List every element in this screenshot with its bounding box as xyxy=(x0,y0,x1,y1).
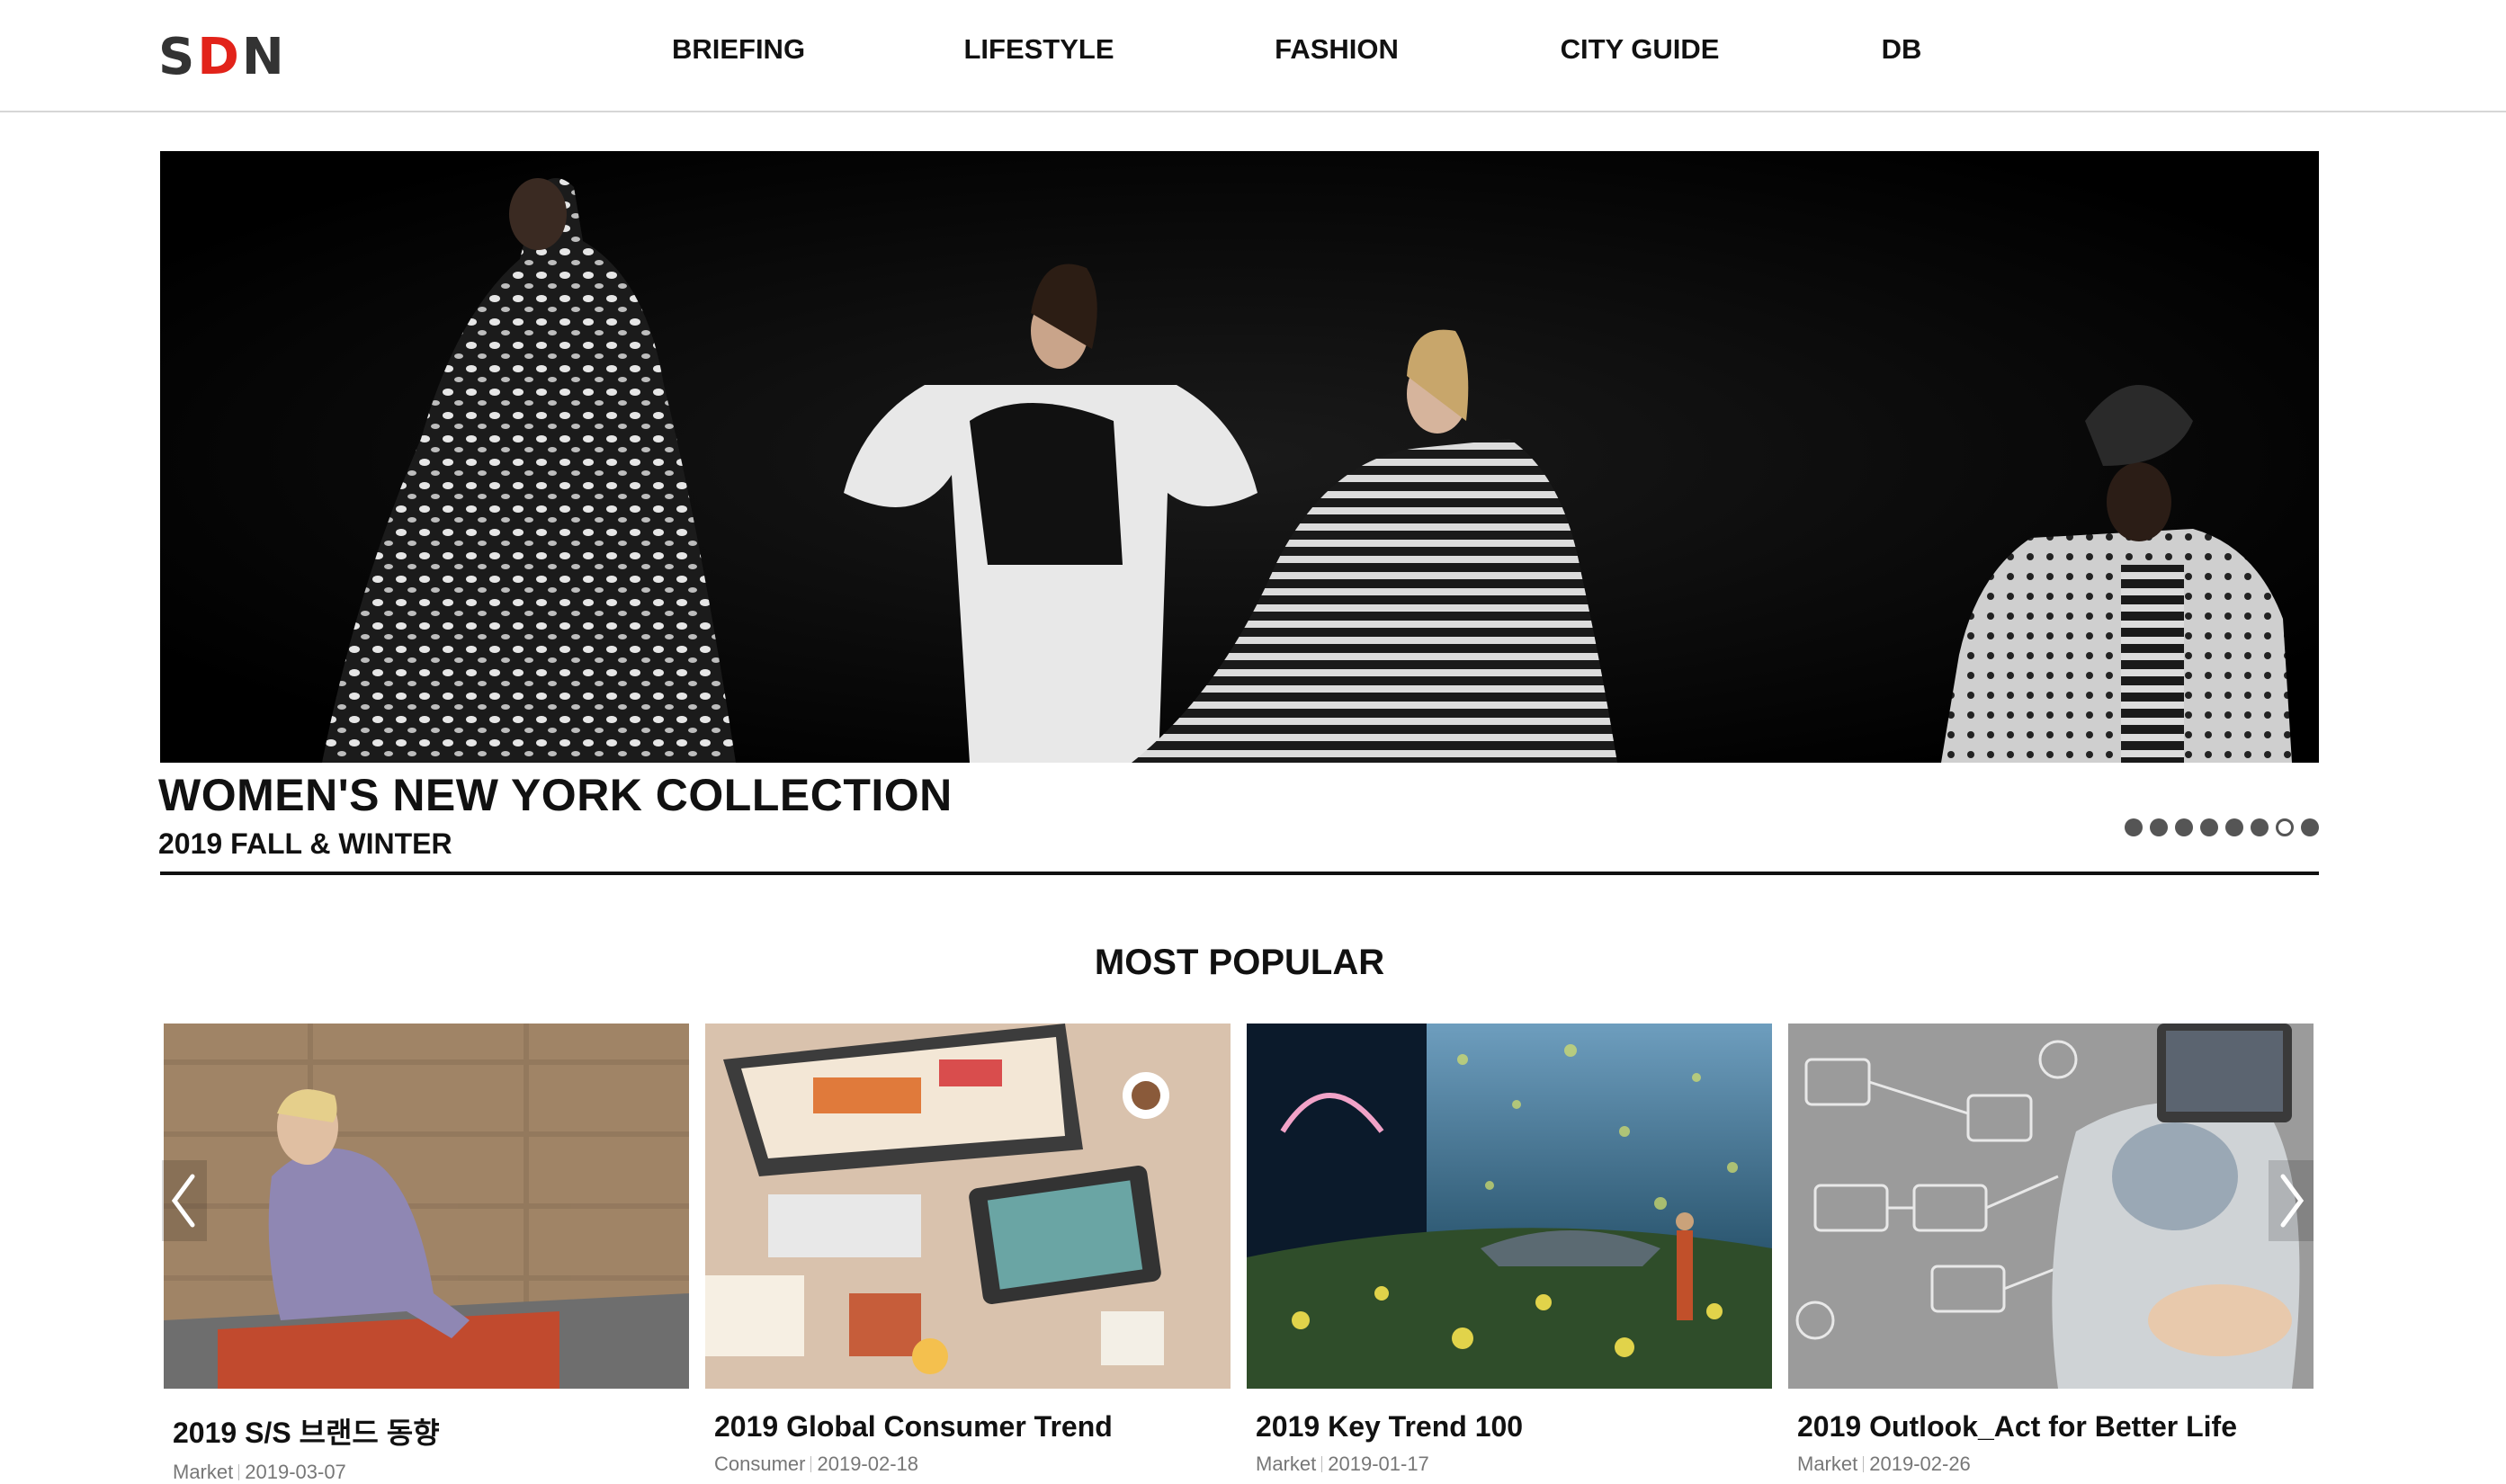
card-title-2: 2019 Global Consumer Trend xyxy=(714,1410,1113,1443)
card-category-2: Consumer xyxy=(714,1453,806,1475)
slider-dot-5[interactable] xyxy=(2225,818,2243,836)
popular-card-3[interactable]: 2019 Key Trend 100 Market 2019-01-17 xyxy=(1247,1024,1772,1476)
nav-item-fashion[interactable]: FASHION xyxy=(1275,27,1399,72)
card-thumbnail-2 xyxy=(705,1024,1231,1389)
chevron-left-icon xyxy=(162,1160,207,1241)
card-meta-2: Consumer 2019-02-18 xyxy=(714,1453,1231,1476)
meta-separator xyxy=(1321,1456,1323,1472)
slider-dot-1[interactable] xyxy=(2125,818,2143,836)
meta-separator xyxy=(810,1456,812,1472)
slider-dot-3[interactable] xyxy=(2175,818,2193,836)
slider-dot-2[interactable] xyxy=(2150,818,2168,836)
card-title-3: 2019 Key Trend 100 xyxy=(1256,1410,1524,1443)
chevron-right-icon xyxy=(2269,1160,2314,1241)
runway-illustration xyxy=(160,151,2319,763)
slider-dot-7[interactable] xyxy=(2276,818,2294,836)
carousel-prev-button[interactable] xyxy=(162,1160,207,1241)
nav-item-briefing[interactable]: BRIEFING xyxy=(672,27,805,72)
card-thumbnail-4 xyxy=(1788,1024,2314,1389)
popular-card-4[interactable]: 2019 Outlook_Act for Better Life Market 2… xyxy=(1788,1024,2314,1476)
slider-pagination xyxy=(2125,818,2319,836)
card-meta-1: Market 2019-03-07 xyxy=(173,1461,689,1484)
hero-title[interactable]: WOMEN'S NEW YORK COLLECTION xyxy=(158,769,953,821)
meta-separator xyxy=(1863,1456,1865,1472)
slider-dot-4[interactable] xyxy=(2200,818,2218,836)
nav-item-city-guide[interactable]: CITY GUIDE xyxy=(1561,27,1720,72)
hero-slide-image[interactable] xyxy=(160,151,2319,763)
meta-separator xyxy=(238,1464,240,1480)
card-meta-4: Market 2019-02-26 xyxy=(1797,1453,2314,1476)
card-category-3: Market xyxy=(1256,1453,1317,1475)
card-title-1: 2019 S/S 브랜드 동향 xyxy=(173,1417,440,1449)
card-date-2: 2019-02-18 xyxy=(817,1453,919,1475)
card-category-4: Market xyxy=(1797,1453,1858,1475)
card-thumbnail-1 xyxy=(164,1024,689,1389)
popular-card-2[interactable]: 2019 Global Consumer Trend Consumer 2019-… xyxy=(705,1024,1231,1476)
card-title-4: 2019 Outlook_Act for Better Life xyxy=(1797,1410,2237,1443)
card-date-3: 2019-01-17 xyxy=(1328,1453,1429,1475)
slider-dot-6[interactable] xyxy=(2251,818,2269,836)
slider-dot-8[interactable] xyxy=(2301,818,2319,836)
carousel-next-button[interactable] xyxy=(2269,1160,2314,1241)
hero-subtitle: 2019 FALL & WINTER xyxy=(158,827,452,860)
site-header: S D N BRIEFING LIFESTYLE FASHION CITY GU… xyxy=(0,0,2506,112)
nav-item-db[interactable]: DB xyxy=(1882,27,1922,72)
nav-item-lifestyle[interactable]: LIFESTYLE xyxy=(963,27,1114,72)
card-date-4: 2019-02-26 xyxy=(1869,1453,1971,1475)
card-date-1: 2019-03-07 xyxy=(245,1461,346,1483)
main-nav: BRIEFING LIFESTYLE FASHION CITY GUIDE DB xyxy=(0,27,2506,72)
most-popular-heading: MOST POPULAR xyxy=(1094,943,1385,982)
card-meta-3: Market 2019-01-17 xyxy=(1256,1453,1772,1476)
card-thumbnail-3 xyxy=(1247,1024,1772,1389)
card-category-1: Market xyxy=(173,1461,234,1483)
hero-divider xyxy=(160,872,2319,875)
popular-card-1[interactable]: 2019 S/S 브랜드 동향 Market 2019-03-07 xyxy=(164,1024,689,1484)
